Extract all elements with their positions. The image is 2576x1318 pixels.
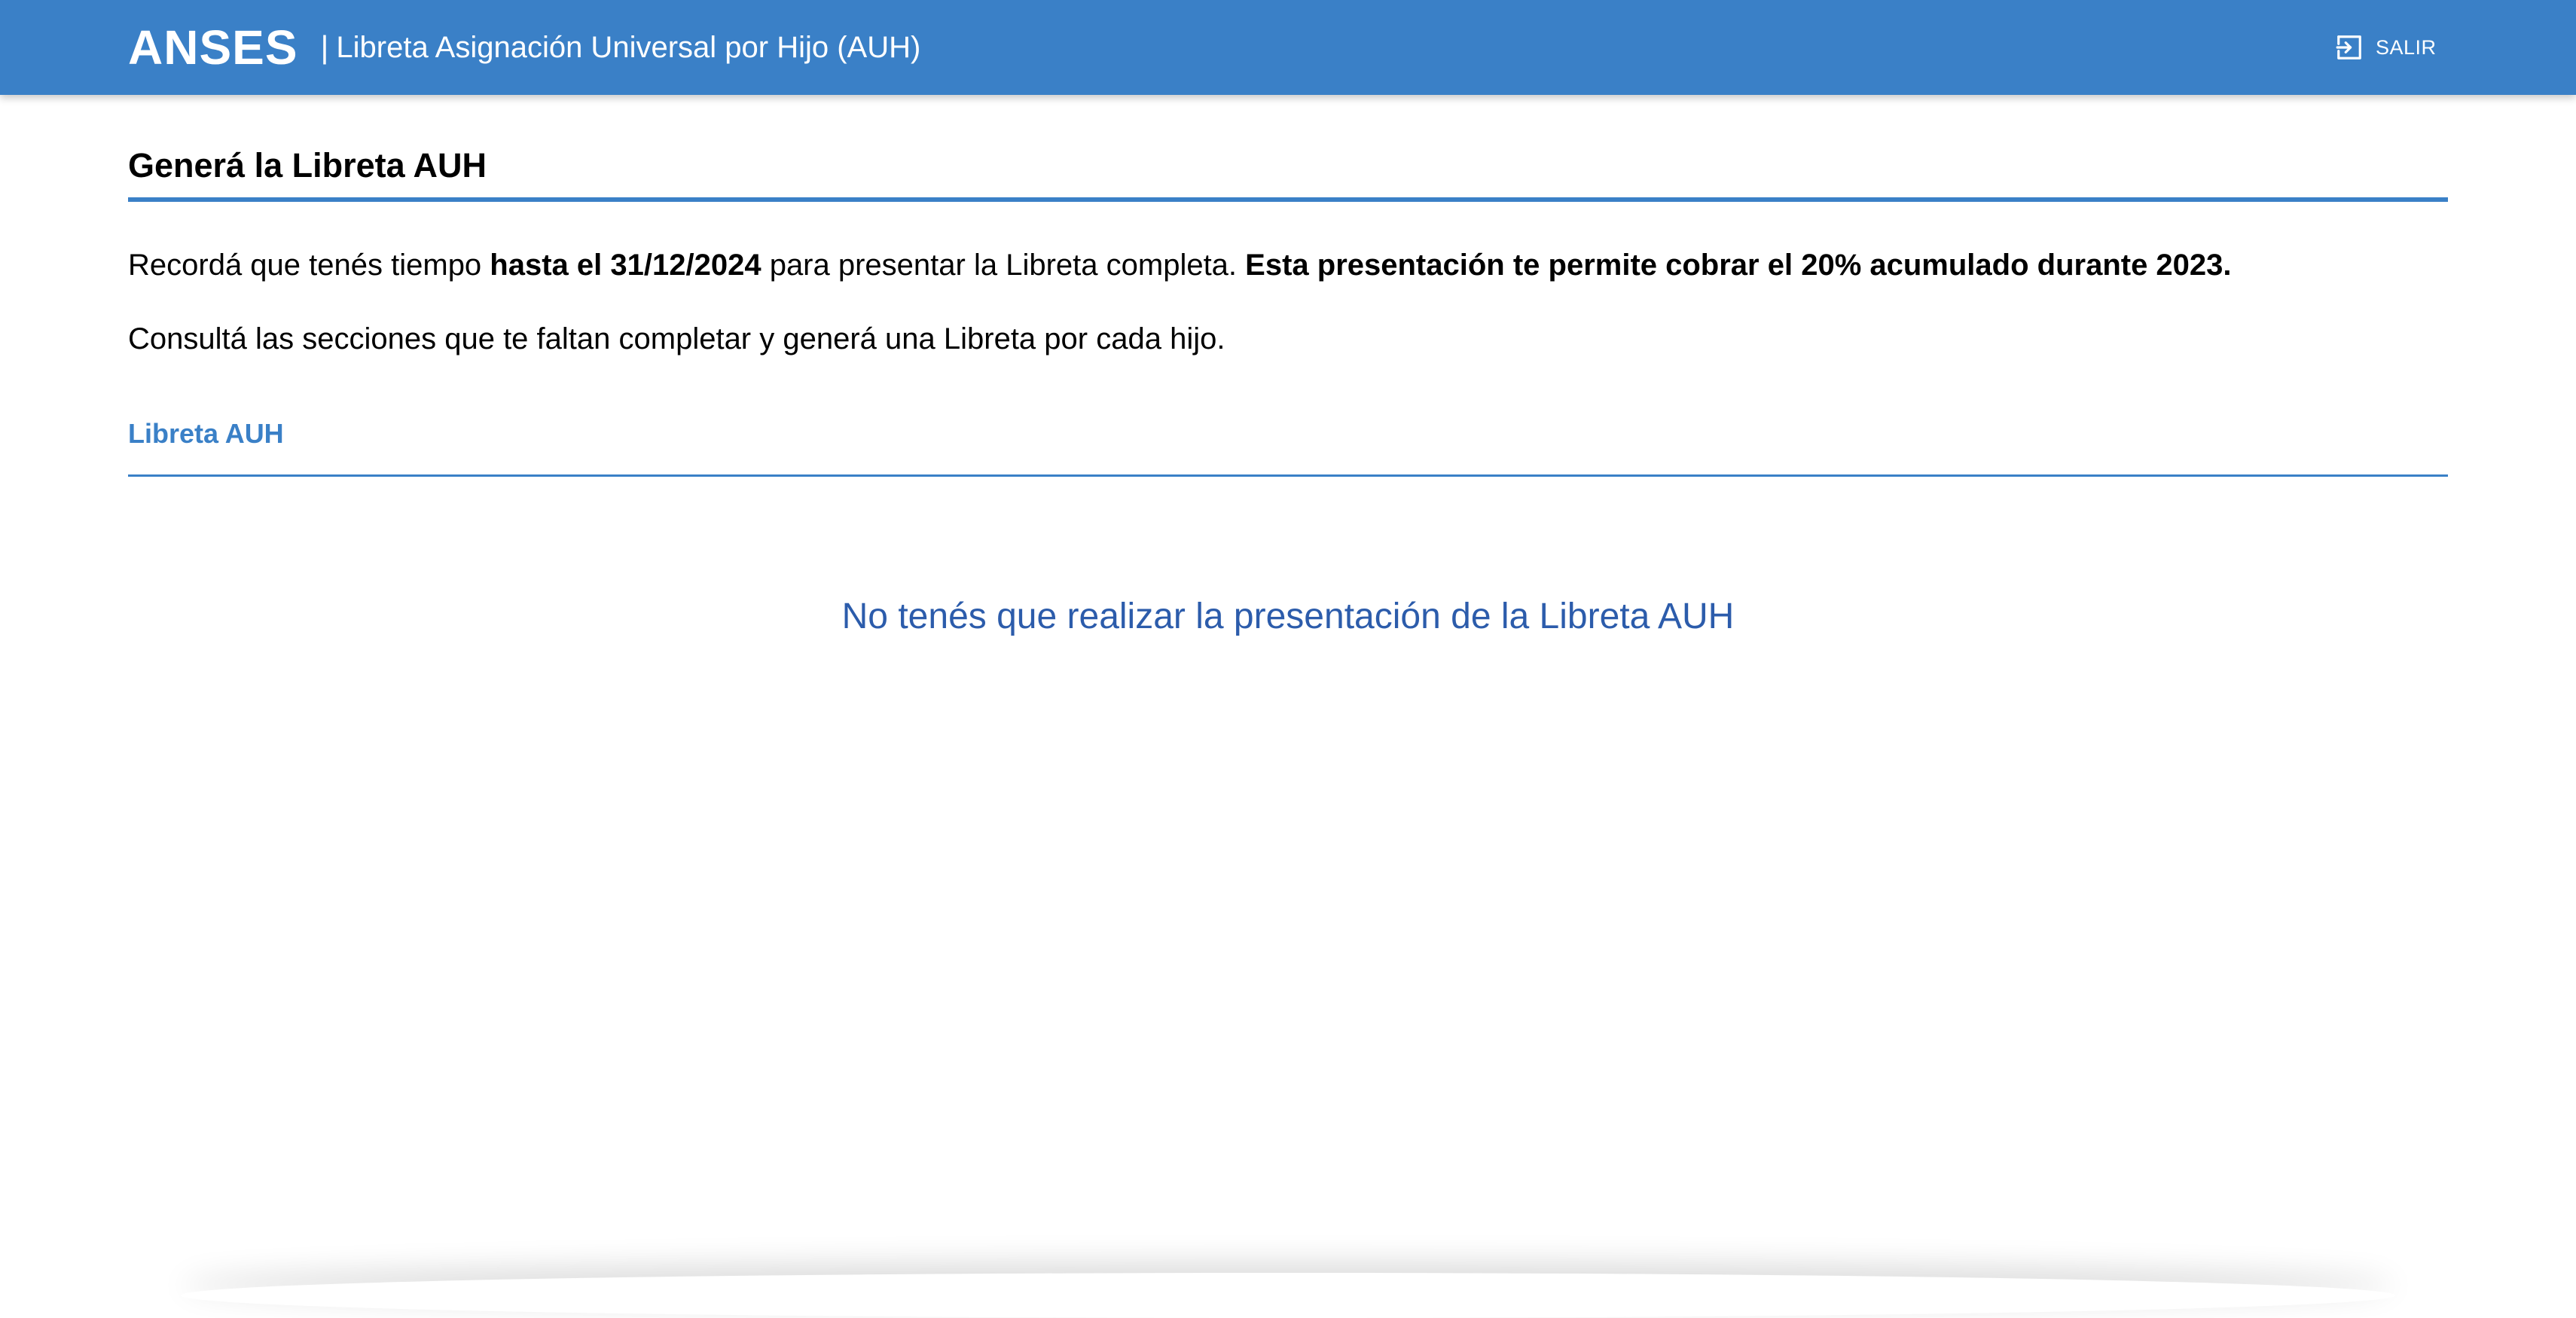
brand: ANSES | Libreta Asignación Universal por…	[128, 18, 920, 77]
logout-label: SALIR	[2376, 35, 2437, 59]
title-divider	[128, 197, 2448, 202]
instruction-text: Consultá las secciones que te faltan com…	[128, 322, 1225, 355]
logout-icon	[2335, 33, 2364, 62]
app-title: Libreta Asignación Universal por Hijo (A…	[336, 30, 921, 64]
notice-text: Recordá que tenés tiempo	[128, 249, 490, 282]
top-bar: ANSES | Libreta Asignación Universal por…	[0, 0, 2576, 95]
bottom-shadow	[181, 1273, 2395, 1318]
anses-logo[interactable]: ANSES	[128, 23, 298, 72]
logout-button[interactable]: SALIR	[2335, 30, 2437, 65]
tab-libreta-auh[interactable]: Libreta AUH	[128, 413, 284, 455]
notice-text-continued: para presentar la Libreta completa.	[761, 249, 1246, 282]
brand-separator: |	[320, 29, 329, 65]
deadline-notice: Recordá que tenés tiempo hasta el 31/12/…	[128, 243, 2232, 288]
notice-highlight: Esta presentación te permite cobrar el 2…	[1245, 249, 2232, 282]
tab-divider	[128, 474, 2448, 477]
notice-deadline: hasta el 31/12/2024	[490, 249, 762, 282]
page-title: Generá la Libreta AUH	[128, 146, 487, 185]
empty-state-message: No tenés que realizar la presentación de…	[841, 596, 1735, 636]
